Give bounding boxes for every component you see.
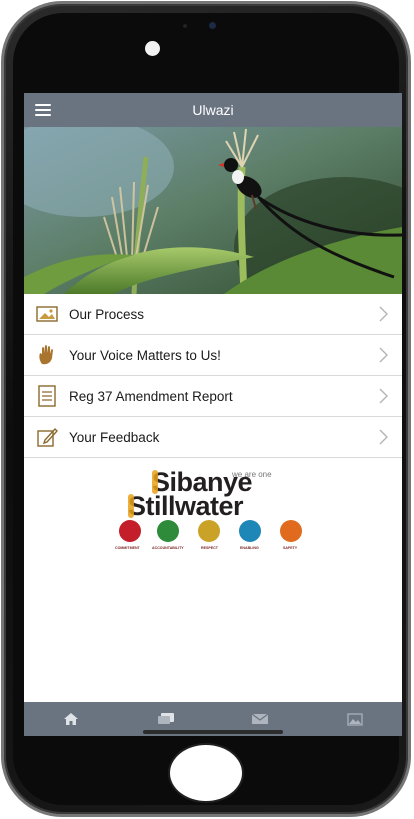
proximity-sensor: [183, 24, 187, 28]
menu-item-your-voice[interactable]: Your Voice Matters to Us!: [24, 335, 402, 376]
value-commitment-badge: [119, 520, 141, 542]
chevron-right-icon: [379, 388, 388, 404]
edit-icon: [34, 424, 60, 450]
app-header: Ulwazi: [24, 93, 402, 127]
photo-frame-icon: [34, 301, 60, 327]
value-enabling-badge: [239, 520, 261, 542]
value-enabling-label: ENABLING: [240, 546, 259, 550]
menu-item-your-feedback[interactable]: Your Feedback: [24, 417, 402, 458]
menu-item-label: Your Feedback: [69, 429, 160, 445]
menu-item-label: Your Voice Matters to Us!: [69, 347, 221, 363]
value-safety-badge: [280, 520, 302, 542]
document-icon: [34, 383, 60, 409]
value-commitment-label: COMMITMENT: [115, 546, 140, 550]
chevron-right-icon: [379, 429, 388, 445]
image-icon: [347, 712, 363, 726]
logo-accent-s1: [152, 470, 158, 494]
mail-icon: [251, 713, 269, 724]
menu-item-reg37-report[interactable]: Reg 37 Amendment Report: [24, 376, 402, 417]
earpiece-speaker: [145, 41, 160, 56]
chevron-right-icon: [379, 347, 388, 363]
tab-home[interactable]: [51, 707, 91, 731]
home-button[interactable]: [170, 745, 242, 801]
logo-accent-s2: [128, 494, 134, 518]
bird-on-plant-photo: [24, 127, 402, 294]
menu-item-label: Our Process: [69, 306, 145, 322]
app-title: Ulwazi: [192, 102, 234, 118]
bottom-tab-bar: [24, 702, 402, 736]
front-camera: [209, 22, 216, 29]
value-respect-label: RESPECT: [201, 546, 218, 550]
app-screen: Ulwazi Our Process Your Voice Matters to…: [24, 93, 402, 736]
tab-chat[interactable]: [146, 707, 186, 731]
value-respect-badge: [198, 520, 220, 542]
sibanye-stillwater-logo: we are one Sibanye Stillwater COMMITMENT…: [24, 458, 402, 578]
chat-icon: [157, 713, 174, 724]
hamburger-menu-icon[interactable]: [35, 104, 51, 116]
value-safety-label: SAFETY: [283, 546, 298, 550]
hero-image: [24, 127, 402, 294]
value-accountability-badge: [157, 520, 179, 542]
logo-line2: Stillwater: [128, 491, 244, 521]
tab-indicator: [143, 730, 283, 734]
menu-item-our-process[interactable]: Our Process: [24, 294, 402, 335]
tab-mail[interactable]: [240, 707, 280, 731]
chevron-right-icon: [379, 306, 388, 322]
raised-hand-icon: [34, 342, 60, 368]
menu-item-label: Reg 37 Amendment Report: [69, 388, 233, 404]
value-accountability-label: ACCOUNTABILITY: [152, 546, 184, 550]
tab-gallery[interactable]: [335, 707, 375, 731]
home-icon: [64, 713, 79, 725]
